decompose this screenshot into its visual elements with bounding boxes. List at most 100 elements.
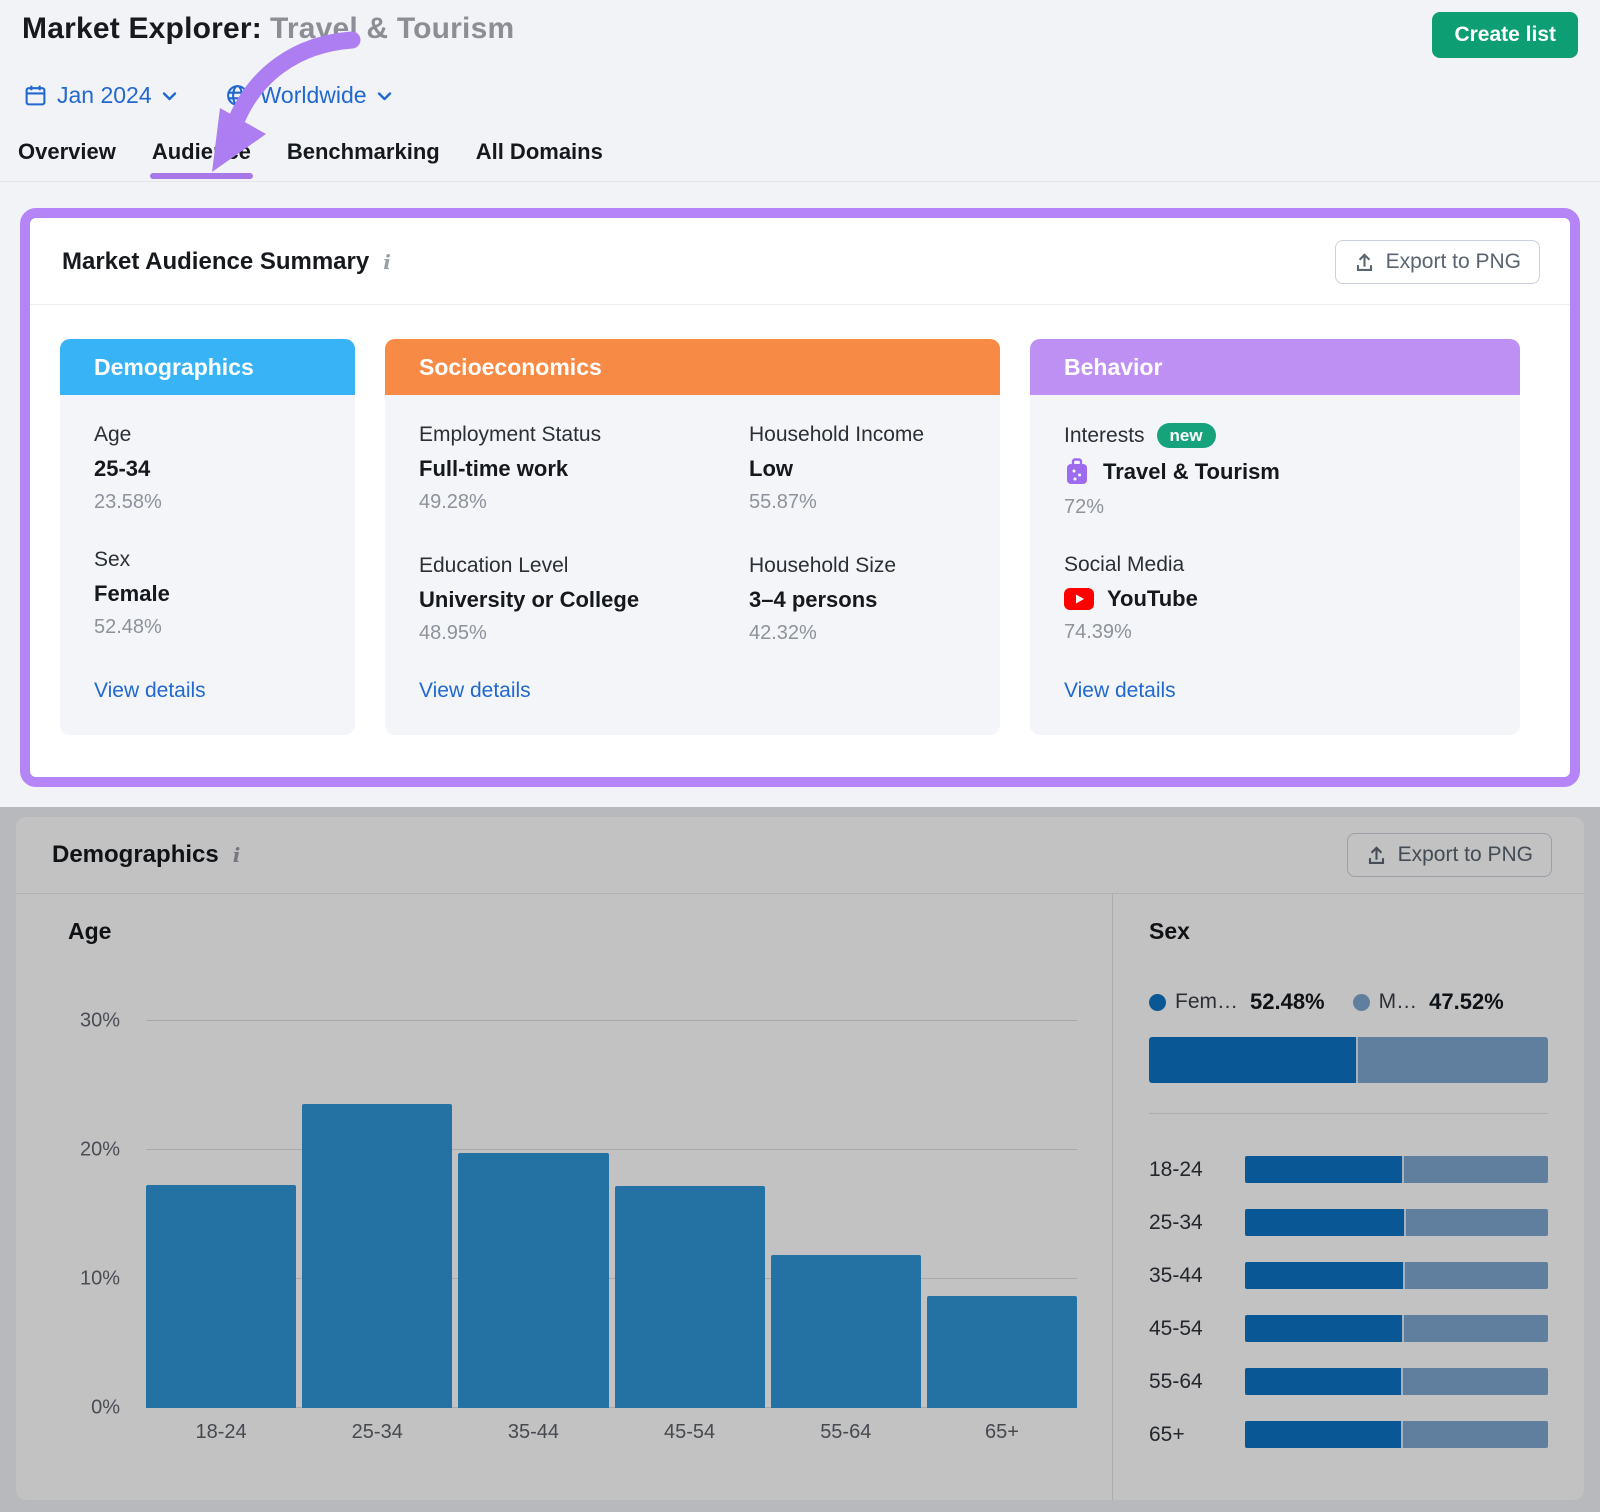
page-title-prefix: Market Explorer:: [22, 12, 262, 45]
stat-sex: Sex Female 52.48%: [94, 548, 321, 639]
sex-row-55-64: 55-64: [1149, 1368, 1548, 1395]
region-filter-label: Worldwide: [260, 82, 367, 109]
summary-panel-header: Market Audience Summary Export to PNG: [30, 218, 1570, 305]
age-x-labels: 18-2425-3435-4445-5455-6465+: [146, 1421, 1077, 1444]
sex-row-female-segment: [1245, 1156, 1404, 1183]
stat-percent: 49.28%: [419, 491, 719, 514]
age-bar-55-64: [771, 1255, 921, 1409]
sex-row-bar: [1245, 1315, 1548, 1342]
tab-benchmarking[interactable]: Benchmarking: [285, 139, 442, 181]
sex-row-label: 65+: [1149, 1423, 1245, 1447]
date-filter-dropdown[interactable]: Jan 2024: [24, 82, 177, 109]
stat-household-income: Household Income Low 55.87%: [749, 423, 966, 514]
sex-row-bar: [1245, 1209, 1548, 1236]
stat-education-level: Education Level University or College 48…: [419, 554, 719, 645]
sex-row-male-segment: [1404, 1156, 1548, 1183]
age-plot: 0%10%20%30%: [146, 1021, 1077, 1408]
demographics-title: Demographics: [52, 841, 219, 869]
page-title-market: Travel & Tourism: [270, 12, 514, 45]
sex-row-bar: [1245, 1156, 1548, 1183]
stat-label: Age: [94, 423, 131, 447]
sex-row-label: 18-24: [1149, 1158, 1245, 1182]
export-to-png-button[interactable]: Export to PNG: [1347, 833, 1552, 877]
filters-row: Jan 2024 Worldwide: [0, 82, 1600, 109]
sex-total-male-segment: [1358, 1037, 1548, 1083]
sex-row-bar: [1245, 1368, 1548, 1395]
sex-row-male-segment: [1403, 1421, 1548, 1448]
male-legend-dot-icon: [1353, 994, 1370, 1011]
export-to-png-label: Export to PNG: [1398, 843, 1533, 867]
sex-row-female-segment: [1245, 1315, 1404, 1342]
summary-card-demographics: Demographics Age 25-34 23.58% Sex Female…: [60, 339, 355, 735]
female-legend-dot-icon: [1149, 994, 1166, 1011]
age-x-tick-label: 55-64: [771, 1421, 921, 1444]
stat-label: Sex: [94, 548, 130, 572]
age-x-tick-label: 65+: [927, 1421, 1077, 1444]
summary-card-socioeconomics: Socioeconomics Employment Status Full-ti…: [385, 339, 1000, 735]
info-icon[interactable]: [233, 843, 241, 867]
stat-percent: 74.39%: [1064, 621, 1486, 644]
tabs: Overview Audience Benchmarking All Domai…: [0, 139, 1600, 181]
view-details-link[interactable]: View details: [94, 679, 321, 703]
age-x-tick-label: 45-54: [615, 1421, 765, 1444]
top-header: Market Explorer:Travel & Tourism Create …: [0, 0, 1600, 182]
export-to-png-button[interactable]: Export to PNG: [1335, 240, 1540, 284]
tabs-divider: [0, 181, 1600, 182]
female-legend-label: Fem…: [1175, 990, 1238, 1014]
age-bar-25-34: [302, 1104, 452, 1408]
chevron-down-icon: [377, 91, 392, 101]
age-bars: [146, 1021, 1077, 1408]
age-y-tick-label: 10%: [80, 1268, 120, 1291]
region-filter-dropdown[interactable]: Worldwide: [225, 82, 392, 109]
age-bar-65+: [927, 1296, 1077, 1408]
tab-all-domains[interactable]: All Domains: [474, 139, 605, 181]
age-bar-18-24: [146, 1185, 296, 1408]
stat-label: Interests: [1064, 424, 1145, 448]
stat-label: Household Income: [749, 423, 924, 447]
globe-icon: [225, 83, 250, 108]
chevron-down-icon: [162, 91, 177, 101]
age-y-tick-label: 30%: [80, 1010, 120, 1033]
upload-icon: [1366, 845, 1387, 866]
male-legend-value: 47.52%: [1429, 989, 1504, 1015]
stat-percent: 23.58%: [94, 491, 321, 514]
stat-social-media: Social Media YouTube 74.39%: [1064, 553, 1486, 644]
sex-row-male-segment: [1406, 1209, 1548, 1236]
tab-overview[interactable]: Overview: [16, 139, 118, 181]
sex-row-label: 25-34: [1149, 1211, 1245, 1235]
stat-percent: 48.95%: [419, 622, 719, 645]
sex-rows: 18-2425-3435-4445-5455-6465+: [1149, 1156, 1548, 1448]
info-icon[interactable]: [383, 250, 391, 274]
demographics-section: Demographics Export to PNG Age 0%10%20%3…: [0, 807, 1600, 1512]
calendar-icon: [24, 84, 47, 107]
female-legend-value: 52.48%: [1250, 989, 1325, 1015]
legend-male: M… 47.52%: [1353, 989, 1504, 1015]
stat-percent: 72%: [1064, 496, 1486, 519]
stat-interests: Interests new Travel & Tourism 72%: [1064, 423, 1486, 519]
stat-value: Female: [94, 581, 321, 607]
age-chart: 0%10%20%30% 18-2425-3435-4445-5455-6465+: [146, 1021, 1077, 1444]
stat-label: Employment Status: [419, 423, 601, 447]
stat-household-size: Household Size 3–4 persons 42.32%: [749, 554, 966, 645]
age-chart-title: Age: [68, 918, 1077, 945]
create-list-button[interactable]: Create list: [1432, 12, 1578, 58]
sex-row-male-segment: [1404, 1315, 1548, 1342]
title-row: Market Explorer:Travel & Tourism Create …: [0, 12, 1600, 58]
page-title: Market Explorer:Travel & Tourism: [22, 12, 514, 46]
stat-value: YouTube: [1107, 586, 1198, 612]
view-details-link[interactable]: View details: [419, 679, 966, 703]
tab-audience[interactable]: Audience: [150, 139, 253, 181]
demographics-body: Age 0%10%20%30% 18-2425-3435-4445-5455-6…: [16, 894, 1584, 1500]
card-header-demographics: Demographics: [60, 339, 355, 395]
stat-value: Low: [749, 456, 966, 482]
sex-row-female-segment: [1245, 1368, 1403, 1395]
sex-panel: Sex Fem… 52.48% M… 47.52%: [1112, 894, 1584, 1500]
stat-value: Travel & Tourism: [1103, 459, 1280, 485]
view-details-link[interactable]: View details: [1064, 679, 1486, 703]
sex-row-bar: [1245, 1262, 1548, 1289]
stat-percent: 52.48%: [94, 616, 321, 639]
stat-age: Age 25-34 23.58%: [94, 423, 321, 514]
age-y-tick-label: 0%: [91, 1397, 120, 1420]
suitcase-icon: [1064, 457, 1090, 487]
card-header-socioeconomics: Socioeconomics: [385, 339, 1000, 395]
